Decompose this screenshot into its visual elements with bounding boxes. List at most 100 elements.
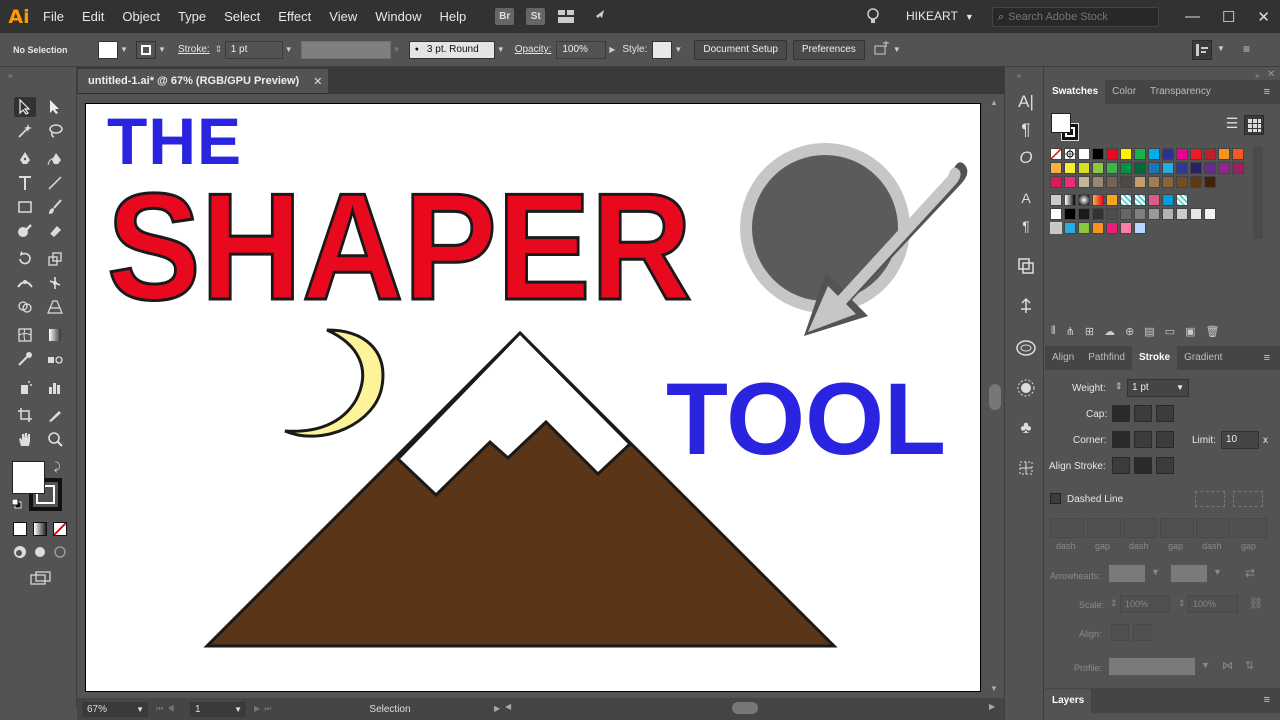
color-swatch[interactable]	[1050, 222, 1062, 234]
maximize-button[interactable]: ☐	[1222, 8, 1235, 26]
color-swatch[interactable]	[1092, 148, 1104, 160]
vertical-scroll-thumb[interactable]	[989, 384, 1001, 410]
stroke-weight-field[interactable]: 1 pt	[224, 40, 283, 59]
color-swatch[interactable]	[1078, 222, 1090, 234]
control-bar-menu-icon[interactable]: ≡	[1243, 42, 1250, 56]
color-swatch[interactable]	[1064, 176, 1076, 188]
cc-libraries-icon[interactable]: ☁	[1104, 325, 1115, 341]
arrow-tip-at-end-button[interactable]	[1133, 624, 1151, 641]
color-swatch[interactable]	[1050, 176, 1062, 188]
preferences-button[interactable]: Preferences	[792, 39, 865, 60]
color-swatch[interactable]	[1050, 208, 1062, 220]
round-join-button[interactable]	[1134, 431, 1152, 448]
chevron-down-icon[interactable]: ▼	[136, 705, 144, 714]
fill-color-box[interactable]	[12, 461, 45, 494]
menu-edit[interactable]: Edit	[73, 0, 113, 33]
menu-help[interactable]: Help	[430, 0, 475, 33]
column-graph-tool-icon[interactable]	[44, 377, 66, 397]
color-swatch[interactable]	[1064, 148, 1076, 160]
mesh-tool-icon[interactable]	[14, 325, 36, 345]
limit-field[interactable]: 10	[1221, 431, 1259, 449]
scroll-up-icon[interactable]: ▲	[990, 98, 998, 107]
swap-fill-stroke-icon[interactable]: ⤸	[54, 461, 61, 474]
graphic-style-swatch[interactable]	[652, 40, 673, 59]
paragraph-styles-icon[interactable]: ¶	[1015, 215, 1037, 237]
menu-window[interactable]: Window	[366, 0, 430, 33]
delete-swatch-icon[interactable]: 🗑	[1206, 325, 1220, 341]
line-tool-icon[interactable]	[44, 173, 66, 193]
stroke-color-swatch[interactable]	[136, 40, 156, 59]
miter-join-button[interactable]	[1112, 431, 1130, 448]
color-swatch[interactable]	[1134, 148, 1146, 160]
arrow-tip-beyond-button[interactable]	[1111, 624, 1129, 641]
swatch-options-icon[interactable]: ⊞	[1085, 325, 1094, 341]
curvature-tool-icon[interactable]	[44, 149, 66, 169]
dash-field-2[interactable]	[1123, 518, 1157, 538]
weight-stepper[interactable]: ⇕	[1115, 381, 1123, 392]
color-swatch[interactable]	[1190, 162, 1202, 174]
color-swatch[interactable]	[1204, 162, 1216, 174]
color-swatch[interactable]	[1162, 162, 1174, 174]
end-scale-field[interactable]: 100%	[1188, 595, 1238, 613]
rotate-tool-icon[interactable]	[14, 249, 36, 269]
expand-icon[interactable]: «	[1017, 71, 1021, 80]
color-swatch[interactable]	[1106, 148, 1118, 160]
chevron-down-icon[interactable]: ▼	[391, 45, 403, 54]
character-panel-icon[interactable]: A|	[1015, 91, 1037, 113]
color-swatch[interactable]	[1078, 148, 1090, 160]
swatch-libraries-icon[interactable]: ⫴	[1051, 325, 1056, 341]
opentype-panel-icon[interactable]: O	[1015, 147, 1037, 169]
color-swatch[interactable]	[1148, 162, 1160, 174]
stock-button[interactable]: St	[526, 8, 546, 25]
panel-menu-icon[interactable]: ≡	[1264, 86, 1270, 98]
zoom-tool-icon[interactable]	[44, 429, 66, 449]
align-center-button[interactable]	[1112, 457, 1130, 474]
color-swatch[interactable]	[1204, 208, 1216, 220]
color-swatch[interactable]	[1106, 222, 1118, 234]
align-outside-button[interactable]	[1156, 457, 1174, 474]
tab-pathfinder[interactable]: Pathfind	[1081, 346, 1132, 370]
menu-object[interactable]: Object	[113, 0, 169, 33]
start-scale-field[interactable]: 100%	[1120, 595, 1170, 613]
draw-behind-icon[interactable]	[33, 545, 47, 559]
chevron-down-icon[interactable]: ▼	[1217, 44, 1225, 53]
list-view-icon[interactable]: ☰	[1222, 115, 1242, 135]
chevron-down-icon[interactable]: ▼	[1151, 567, 1160, 577]
color-swatch[interactable]	[1050, 162, 1062, 174]
swatch-kinds-icon[interactable]: ⋔	[1066, 325, 1075, 341]
shape-builder-tool-icon[interactable]	[14, 297, 36, 317]
color-swatch[interactable]	[1148, 208, 1160, 220]
screen-mode-icon[interactable]	[30, 571, 52, 585]
draw-inside-icon[interactable]	[53, 545, 67, 559]
color-swatch[interactable]	[1092, 222, 1104, 234]
minimize-button[interactable]: —	[1185, 8, 1200, 25]
color-swatch[interactable]	[1176, 176, 1188, 188]
title-word-tool[interactable]: TOOL	[666, 362, 946, 476]
color-swatch[interactable]	[1050, 194, 1062, 206]
butt-cap-button[interactable]	[1112, 405, 1130, 422]
color-swatch[interactable]	[1106, 176, 1118, 188]
color-swatch[interactable]	[1092, 162, 1104, 174]
chevron-down-icon[interactable]: ▼	[672, 45, 684, 54]
magic-wand-tool-icon[interactable]	[14, 121, 36, 141]
thumbnail-view-icon[interactable]	[1244, 115, 1264, 135]
color-swatch[interactable]	[1120, 222, 1132, 234]
color-swatch[interactable]	[1162, 208, 1174, 220]
tab-layers[interactable]: Layers	[1045, 688, 1092, 713]
lightbulb-icon[interactable]	[864, 7, 882, 25]
color-mode-icon[interactable]	[13, 522, 27, 536]
projecting-cap-button[interactable]	[1156, 405, 1174, 422]
weight-field[interactable]: 1 pt ▼	[1127, 379, 1189, 397]
menu-select[interactable]: Select	[215, 0, 269, 33]
scale-stepper-icon[interactable]: ⇕	[1178, 598, 1186, 609]
color-swatch[interactable]	[1204, 176, 1216, 188]
scale-stepper-icon[interactable]: ⇕	[1110, 598, 1118, 609]
transform-panel-icon[interactable]	[1015, 255, 1037, 277]
arrange-icon[interactable]	[873, 40, 891, 59]
character-styles-icon[interactable]: A	[1015, 187, 1037, 209]
zoom-level-field[interactable]: 67% ▼	[82, 702, 148, 717]
horizontal-scroll-thumb[interactable]	[732, 702, 758, 714]
fill-color-swatch[interactable]	[98, 40, 118, 59]
chevron-down-icon[interactable]: ▼	[1201, 660, 1210, 670]
perspective-grid-tool-icon[interactable]	[44, 297, 66, 317]
